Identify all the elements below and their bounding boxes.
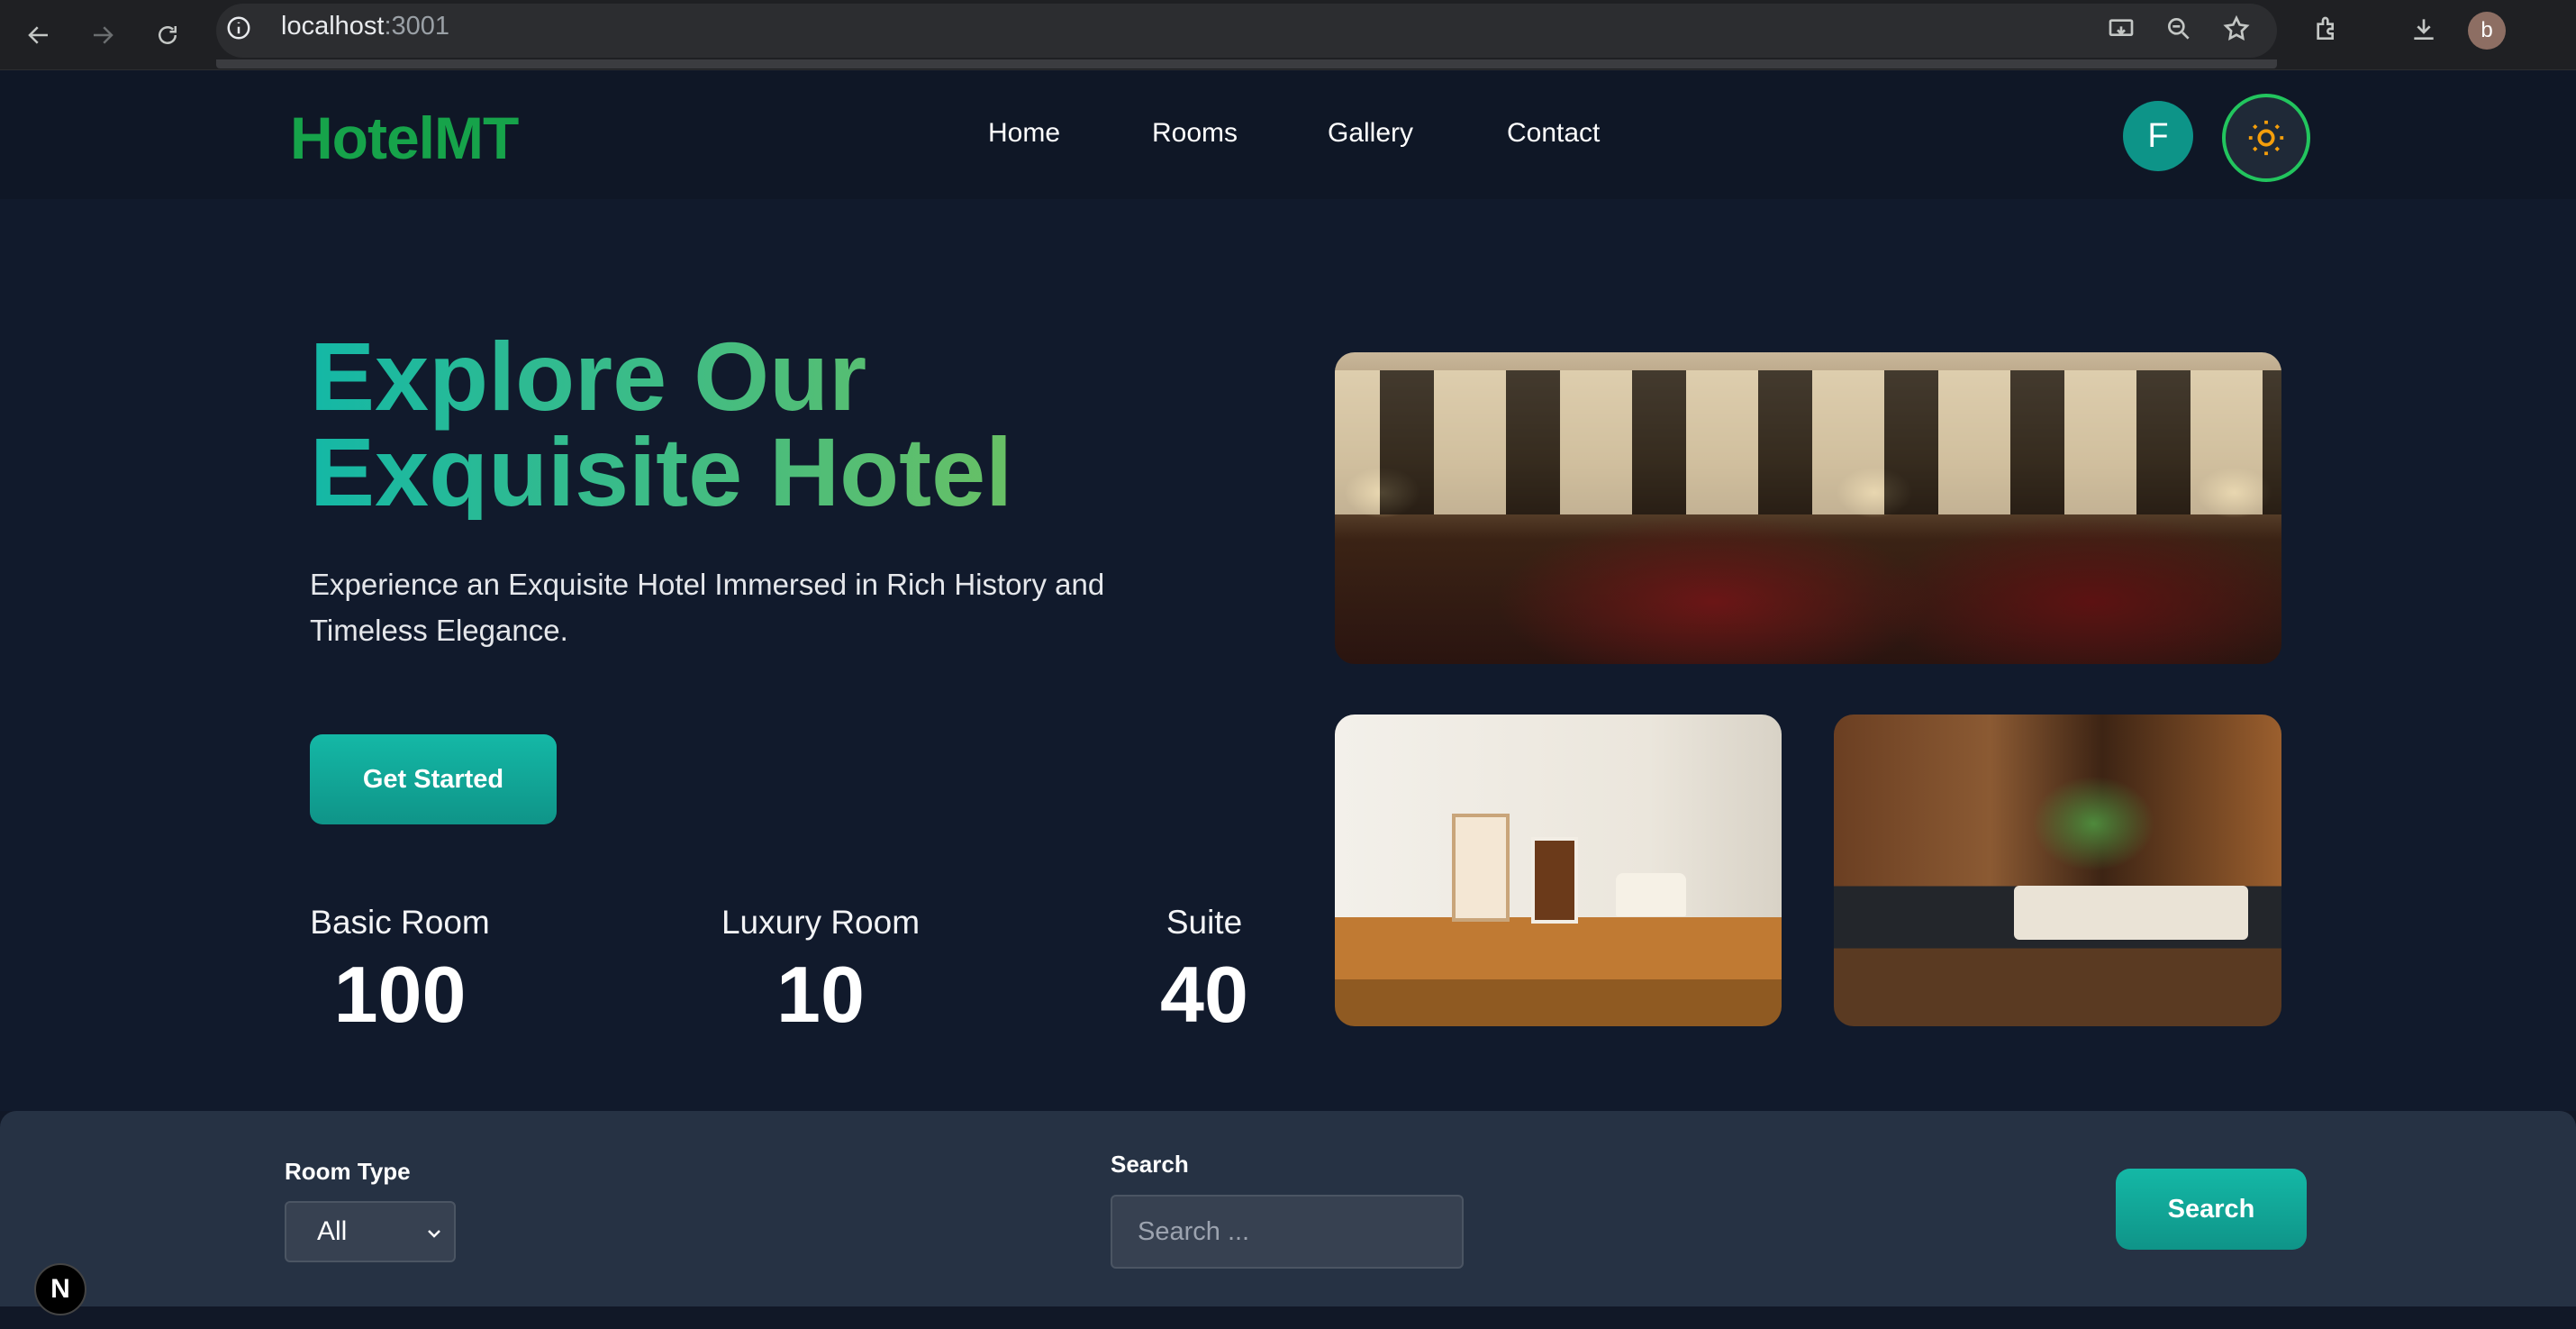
bookmark-star-icon[interactable]	[2220, 13, 2253, 45]
search-button[interactable]: Search	[2116, 1169, 2307, 1250]
forward-icon[interactable]	[80, 13, 125, 58]
search-input[interactable]	[1111, 1195, 1464, 1269]
address-bar[interactable]	[216, 4, 2277, 58]
room-type-label: Room Type	[285, 1158, 411, 1185]
logo[interactable]: HotelMT	[290, 104, 519, 172]
hero-section: Explore Our Exquisite Hotel Experience an…	[0, 199, 2576, 1111]
theme-toggle-button[interactable]	[2222, 94, 2310, 182]
download-icon[interactable]	[2408, 13, 2440, 45]
site-header: HotelMT Home Rooms Gallery Contact F	[0, 71, 2576, 199]
profile-avatar[interactable]: b	[2468, 12, 2506, 50]
nav-contact[interactable]: Contact	[1507, 118, 1600, 149]
stat-luxury-room: Luxury Room 10	[721, 904, 921, 1039]
url-text: localhost:3001	[281, 12, 450, 41]
stat-suite: Suite 40	[1160, 904, 1248, 1039]
extensions-icon[interactable]	[2310, 13, 2343, 45]
back-icon[interactable]	[16, 13, 61, 58]
living-room-photo	[1335, 715, 1782, 1026]
nav-rooms[interactable]: Rooms	[1152, 118, 1238, 149]
browser-toolbar: localhost:3001 b	[0, 0, 2576, 70]
hotel-lounge-photo	[1335, 352, 2281, 664]
hero-title: Explore Our Exquisite Hotel	[310, 329, 1301, 520]
get-started-button[interactable]: Get Started	[310, 734, 557, 824]
site-info-icon[interactable]	[225, 14, 252, 41]
search-label: Search	[1111, 1151, 1189, 1178]
search-panel: Room Type All Search Search	[0, 1111, 2576, 1306]
zoom-icon[interactable]	[2163, 13, 2195, 45]
reload-icon[interactable]	[145, 13, 190, 58]
user-avatar-button[interactable]: F	[2123, 101, 2193, 171]
chevron-down-icon	[428, 1230, 440, 1238]
nav-home[interactable]: Home	[988, 118, 1060, 149]
address-bar-underline	[216, 59, 2277, 68]
bedroom-photo	[1834, 715, 2281, 1026]
hero-subtitle: Experience an Exquisite Hotel Immersed i…	[310, 568, 1105, 647]
nav-gallery[interactable]: Gallery	[1328, 118, 1413, 149]
cast-icon[interactable]	[2105, 13, 2137, 45]
room-type-select[interactable]: All	[285, 1201, 456, 1262]
stat-basic-room: Basic Room 100	[310, 904, 490, 1039]
nextjs-dev-badge[interactable]: N	[34, 1263, 86, 1315]
sun-icon	[2248, 120, 2284, 156]
